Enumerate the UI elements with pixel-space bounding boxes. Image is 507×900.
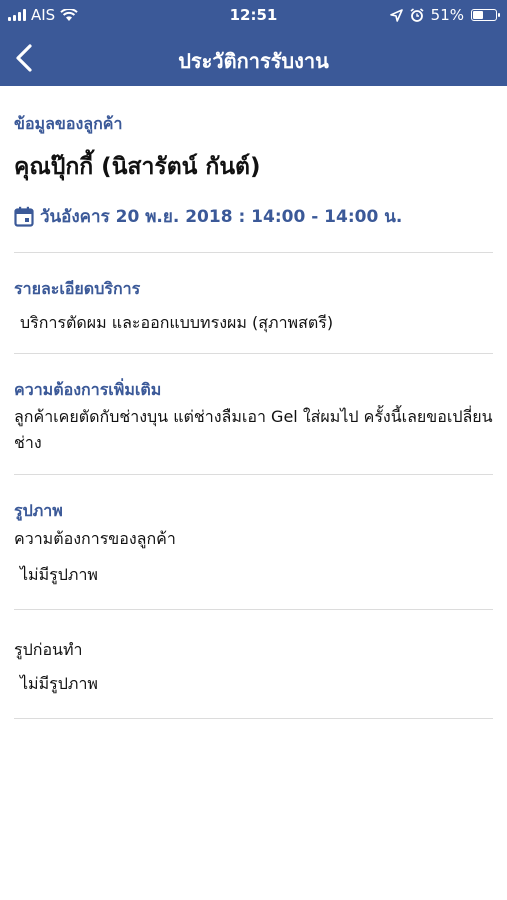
battery-icon [471,9,500,21]
extra-request-value: ลูกค้าเคยตัดกับช่างบุน แต่ช่างลืมเอา Gel… [14,407,493,452]
status-right: 51% [389,6,500,24]
page-title: ประวัติการรับงาน [178,49,329,73]
detail-content: ข้อมูลของลูกค้า คุณปุ๊กกี้ (นิสารัตน์ กั… [0,86,507,719]
before-photo-section: รูปก่อนทำ ไม่มีรูปภาพ [14,610,493,719]
customer-needs-photo-value: ไม่มีรูปภาพ [20,565,98,584]
before-photo-value: ไม่มีรูปภาพ [20,674,98,693]
customer-section: ข้อมูลของลูกค้า คุณปุ๊กกี้ (นิสารัตน์ กั… [14,86,493,253]
customer-needs-photo-label: ความต้องการของลูกค้า [14,529,176,548]
service-value: บริการตัดผม และออกแบบทรงผม (สุภาพสตรี) [20,313,334,332]
photos-label: รูปภาพ [14,501,63,520]
service-section: รายละเอียดบริการ บริการตัดผม และออกแบบทร… [14,253,493,354]
customer-section-label: ข้อมูลของลูกค้า [14,114,123,133]
extra-request-section: ความต้องการเพิ่มเติม ลูกค้าเคยตัดกับช่าง… [14,354,493,475]
battery-percent: 51% [430,6,464,24]
customer-name: คุณปุ๊กกี้ (นิสารัตน์ กันต์) [14,154,261,180]
appointment-text: วันอังคาร 20 พ.ย. 2018 : 14:00 - 14:00 น… [40,207,403,227]
app-header: AIS 12:51 51% ประวัติการรับงาน [0,0,507,86]
nav-bar: ประวัติการรับงาน [0,30,507,86]
photos-section: รูปภาพ ความต้องการของลูกค้า ไม่มีรูปภาพ [14,475,493,610]
battery-fill [473,11,484,19]
service-label: รายละเอียดบริการ [14,279,141,298]
alarm-clock-icon [410,8,424,22]
appointment-datetime: วันอังคาร 20 พ.ย. 2018 : 14:00 - 14:00 น… [14,203,402,230]
before-photo-label: รูปก่อนทำ [14,640,83,659]
location-arrow-icon [389,8,403,22]
extra-request-label: ความต้องการเพิ่มเติม [14,380,162,399]
calendar-icon [14,206,34,227]
status-bar: AIS 12:51 51% [0,0,507,30]
